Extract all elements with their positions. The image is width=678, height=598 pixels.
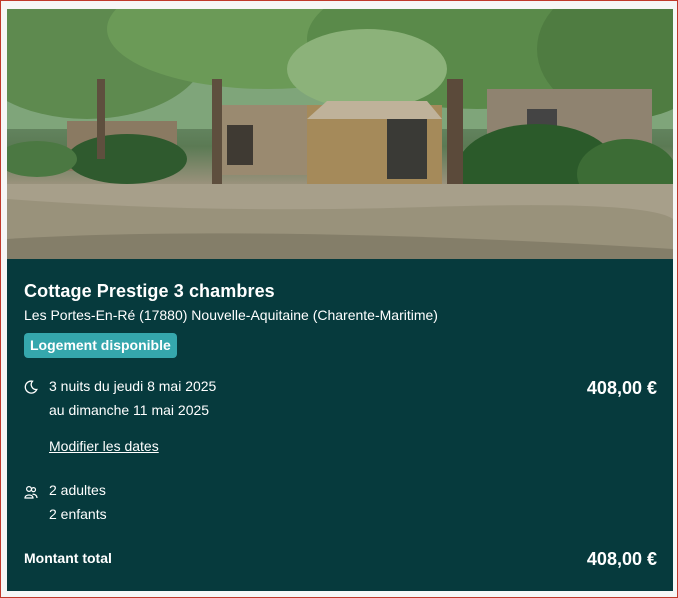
page-frame: Cottage Prestige 3 chambres Les Portes-E…	[0, 0, 678, 598]
stay-dates-line1: 3 nuits du jeudi 8 mai 2025	[49, 378, 217, 394]
listing-location: Les Portes-En-Ré (17880) Nouvelle-Aquita…	[24, 307, 438, 323]
accommodation-photo	[7, 9, 673, 259]
total-label: Montant total	[24, 550, 112, 566]
availability-badge: Logement disponible	[24, 333, 177, 358]
guests-children: 2 enfants	[49, 506, 107, 522]
guests-adults: 2 adultes	[49, 482, 106, 498]
booking-summary-card: Cottage Prestige 3 chambres Les Portes-E…	[7, 9, 673, 591]
modify-dates-link[interactable]: Modifier les dates	[49, 438, 159, 454]
people-icon	[24, 485, 38, 499]
stay-dates-line2: au dimanche 11 mai 2025	[49, 402, 210, 418]
stay-price: 408,00 €	[586, 378, 657, 398]
moon-icon	[24, 380, 38, 394]
total-price: 408,00 €	[586, 549, 657, 569]
listing-title: Cottage Prestige 3 chambres	[24, 281, 275, 301]
